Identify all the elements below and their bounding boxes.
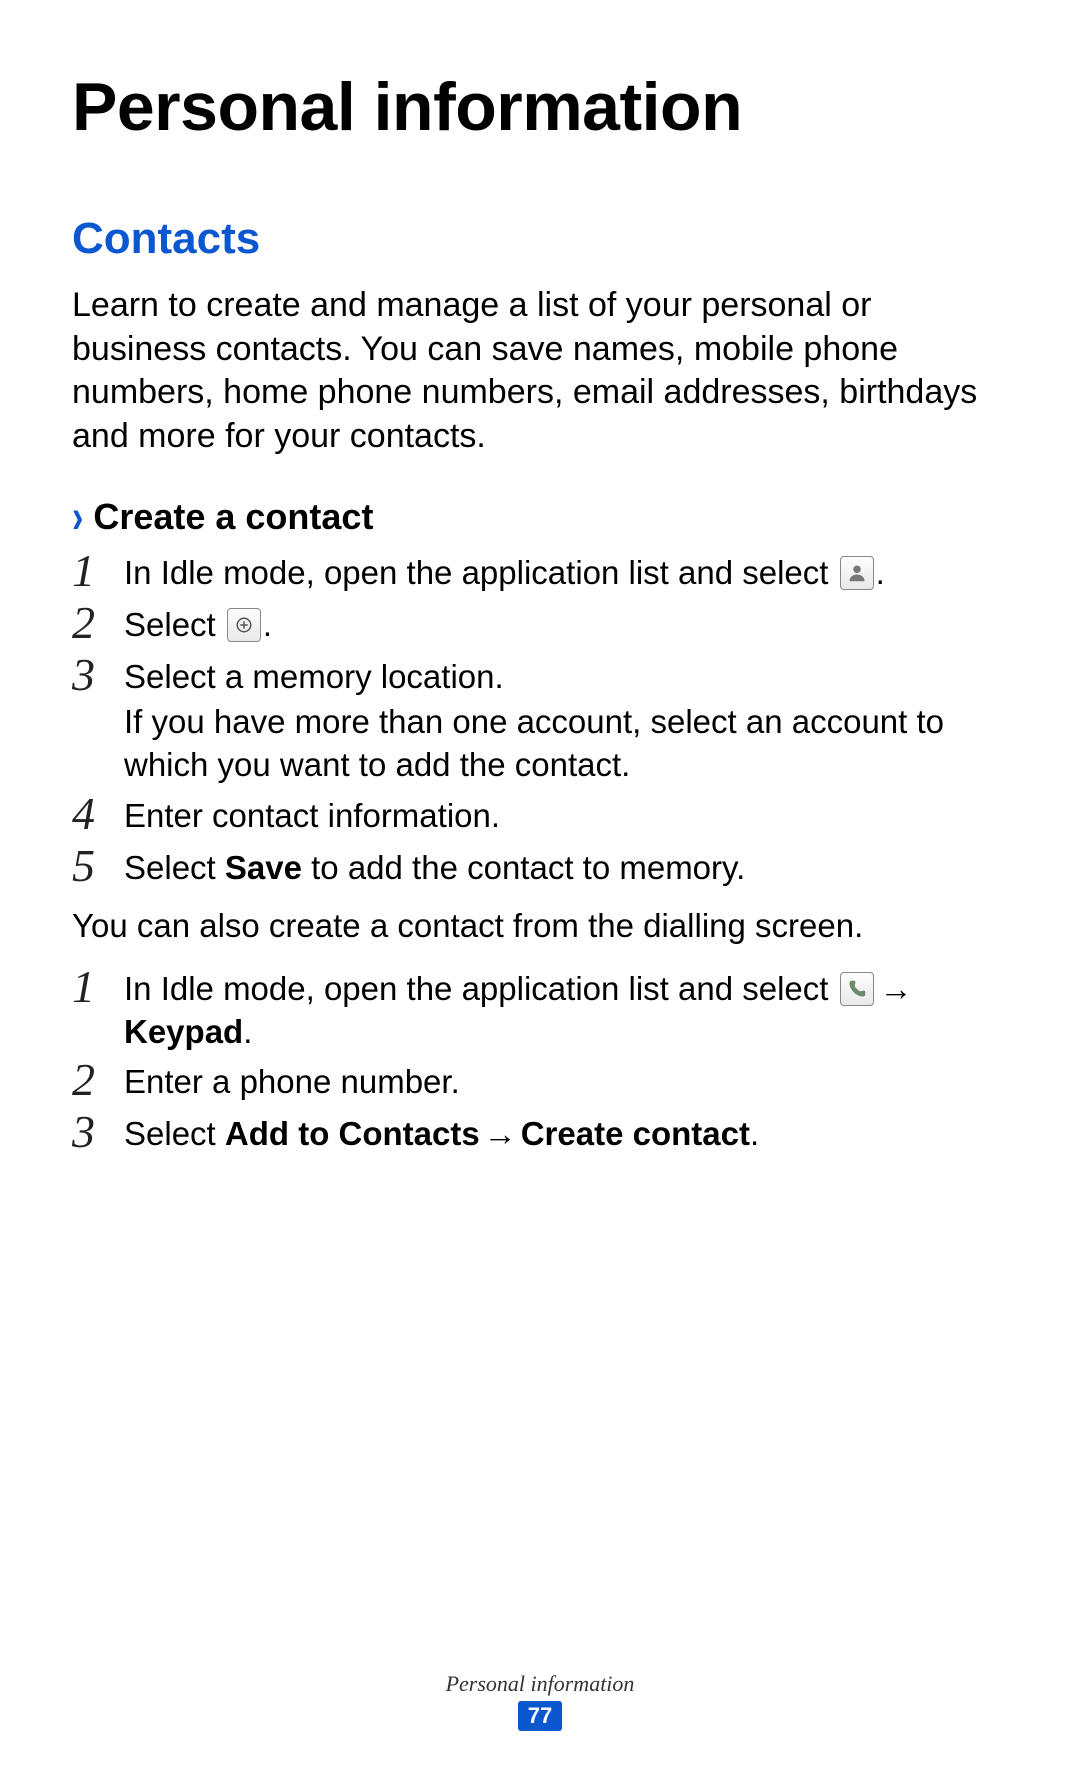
step-text: In Idle mode, open the application list … [124,970,838,1007]
step-a3: 3 Select a memory location. If you have … [72,654,1008,787]
step-text-tail: . [263,606,272,643]
arrow-right-icon: → [876,968,917,1011]
step-body: Select . [124,602,1008,647]
footer-title: Personal information [0,1671,1080,1697]
step-bold: Keypad [124,1013,243,1050]
manual-page: Personal information Contacts Learn to c… [0,0,1080,1771]
step-b2: 2 Enter a phone number. [72,1059,1008,1105]
step-text-tail: . [876,554,885,591]
step-a5: 5 Select Save to add the contact to memo… [72,845,1008,891]
step-body: In Idle mode, open the application list … [124,550,1008,595]
step-subtext: If you have more than one account, selec… [124,701,1008,787]
step-text: Select [124,606,225,643]
step-text: Enter a phone number. [124,1063,460,1100]
step-body: Select Add to Contacts → Create contact. [124,1111,1008,1156]
between-text: You can also create a contact from the d… [72,905,1008,948]
page-footer: Personal information 77 [0,1671,1080,1731]
step-text: Select a memory location. [124,658,504,695]
phone-icon [840,972,874,1006]
step-a2: 2 Select . [72,602,1008,648]
step-number: 4 [72,791,124,837]
step-bold: Save [225,849,302,886]
step-number: 5 [72,843,124,889]
chevron-right-icon: › [72,493,83,541]
steps-list-b: 1 In Idle mode, open the application lis… [72,966,1008,1158]
steps-list-a: 1 In Idle mode, open the application lis… [72,550,1008,891]
arrow-right-icon: → [480,1113,521,1156]
section-heading-contacts: Contacts [72,214,1008,264]
step-body: Select Save to add the contact to memory… [124,845,1008,890]
step-b1: 1 In Idle mode, open the application lis… [72,966,1008,1054]
subsection-row: › Create a contact [72,496,1008,538]
step-text: Select [124,1115,225,1152]
page-title: Personal information [72,68,1008,146]
step-text-tail: . [750,1115,759,1152]
step-bold: Add to Contacts [225,1115,480,1152]
step-number: 3 [72,1109,124,1155]
step-a4: 4 Enter contact information. [72,793,1008,839]
step-body: Enter a phone number. [124,1059,1008,1104]
step-number: 1 [72,548,124,594]
step-a1: 1 In Idle mode, open the application lis… [72,550,1008,596]
step-number: 2 [72,1057,124,1103]
step-text-tail: . [243,1013,252,1050]
subsection-heading: Create a contact [93,496,373,538]
step-text: Select [124,849,225,886]
step-bold: Create contact [521,1115,750,1152]
step-b3: 3 Select Add to Contacts → Create contac… [72,1111,1008,1157]
step-number: 2 [72,600,124,646]
step-body: Select a memory location. If you have mo… [124,654,1008,787]
step-body: Enter contact information. [124,793,1008,838]
contacts-icon [840,556,874,590]
page-number: 77 [518,1701,562,1731]
step-text-tail: to add the contact to memory. [302,849,745,886]
step-body: In Idle mode, open the application list … [124,966,1008,1054]
section-intro: Learn to create and manage a list of you… [72,284,1008,458]
add-icon [227,608,261,642]
step-text: In Idle mode, open the application list … [124,554,838,591]
step-number: 1 [72,964,124,1010]
step-text: Enter contact information. [124,797,500,834]
step-number: 3 [72,652,124,698]
